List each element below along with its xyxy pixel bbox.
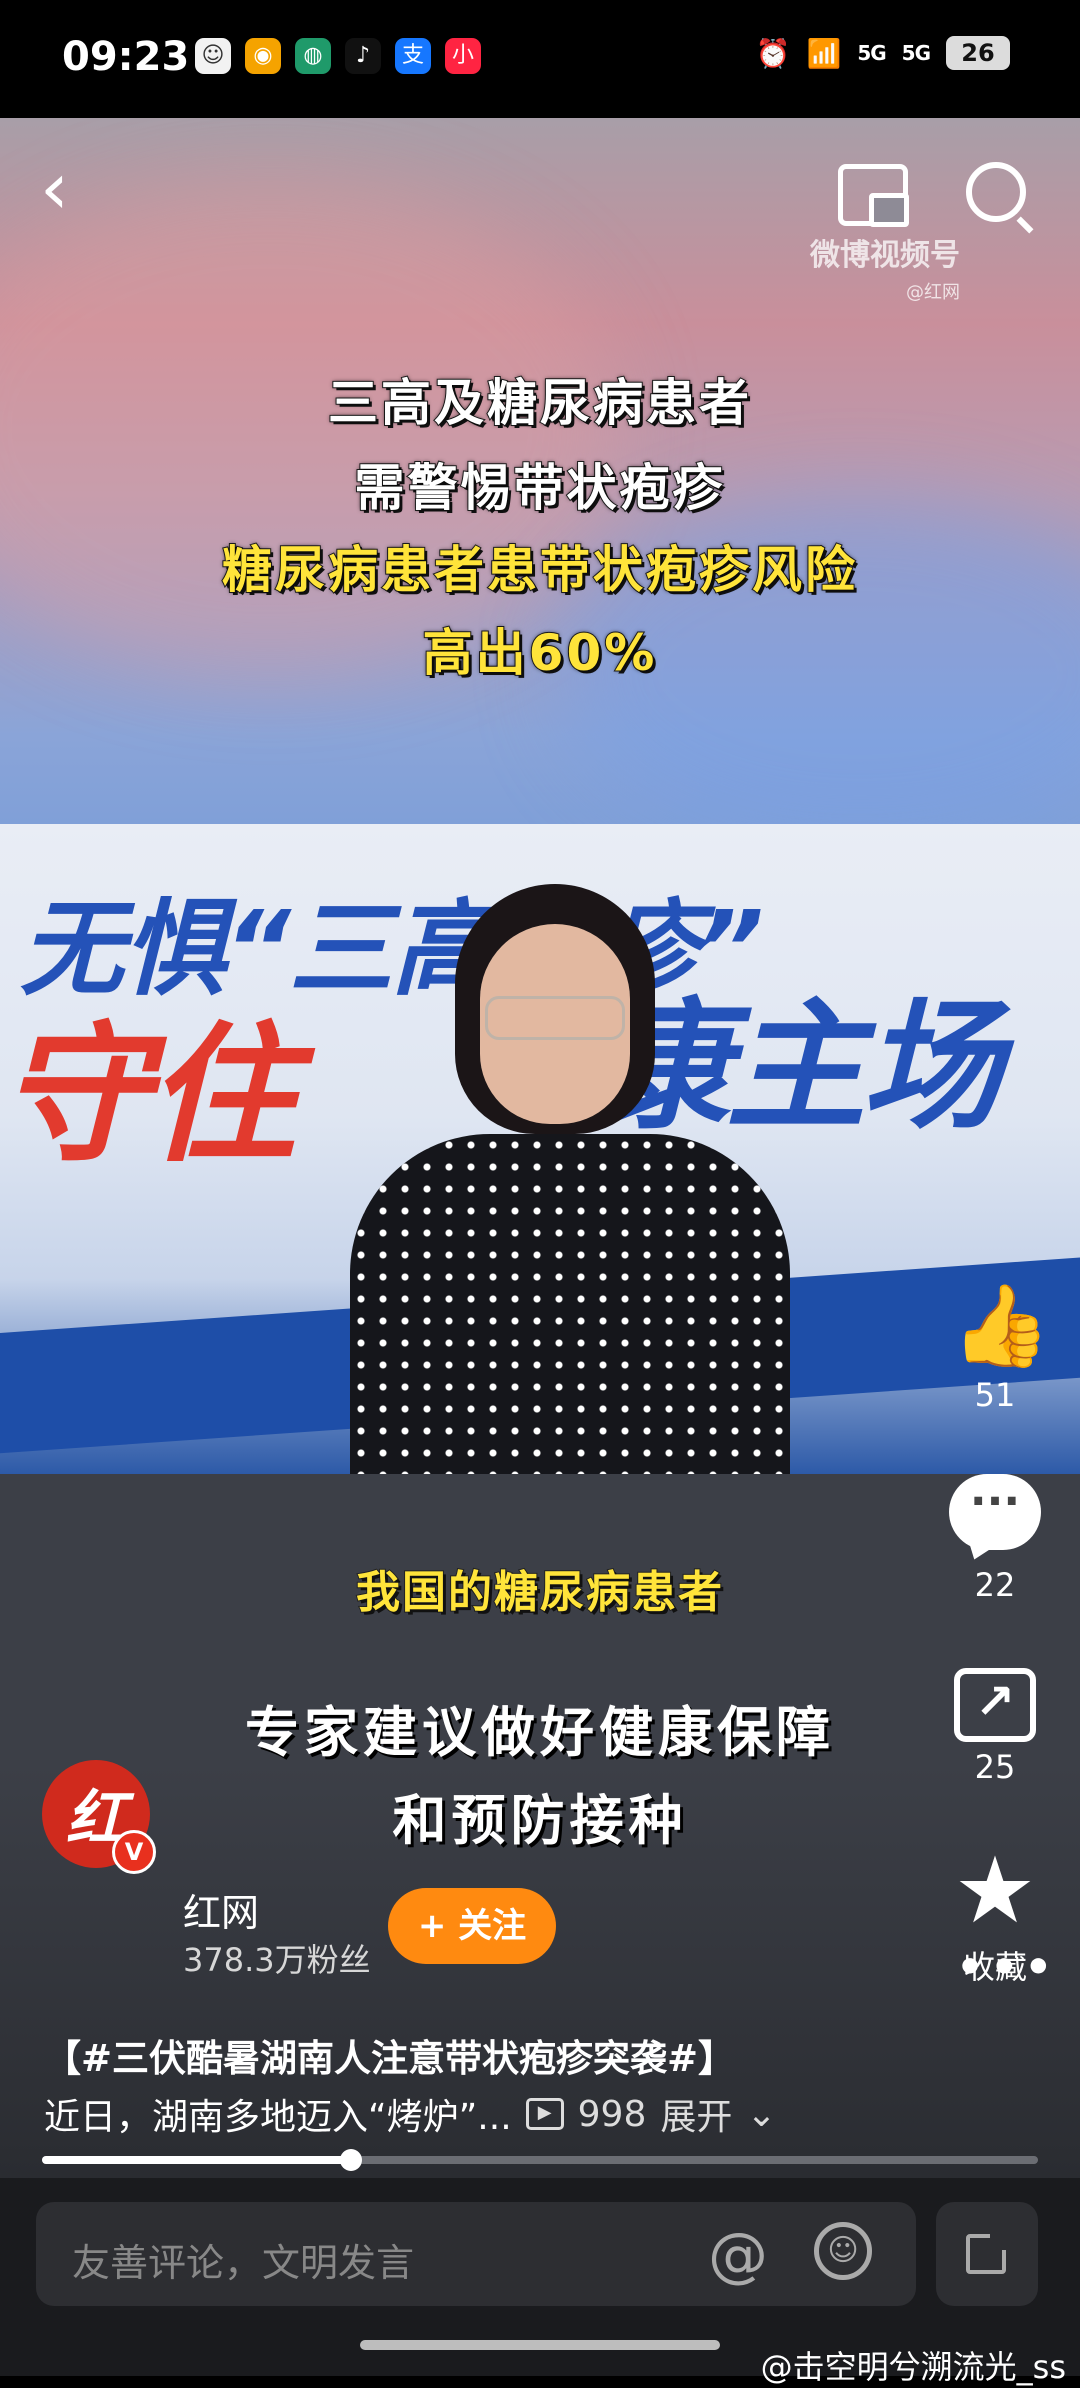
play-count-icon: ▶ [525,2098,564,2130]
more-options-icon[interactable]: ••• [956,1942,1058,1993]
photo-app-icon: ☺ [195,38,231,74]
progress-knob[interactable] [339,2149,362,2171]
comment-count: 22 [974,1566,1016,1604]
emoji-icon[interactable]: ☺ [814,2222,872,2280]
chevron-down-icon: ⌄ [746,2093,777,2135]
expand-link[interactable]: 展开 [660,2088,732,2140]
caption-line-4: 高出60% [422,623,658,683]
share-icon: ↗ [954,1668,1036,1742]
watermark-main: 微博视频号 [810,238,960,273]
fullscreen-comment-button[interactable] [936,2202,1038,2306]
video-progress-bar[interactable] [42,2149,1038,2171]
signal-5g-icon: 5G [857,41,886,65]
star-icon: ★ [953,1837,1037,1944]
xiaohongshu-icon: 小 [445,38,481,74]
tiktok-icon: ♪ [345,38,381,74]
search-button[interactable] [966,162,1026,222]
signal-5g-icon-2: 5G [901,41,931,65]
comment-button[interactable]: ··· 22 [940,1474,1050,1604]
mention-icon[interactable]: @ [708,2220,768,2290]
author-avatar[interactable]: 红 V [42,1760,156,1874]
battery-icon: 26 [946,36,1010,70]
play-count: 998 [577,2093,647,2135]
like-count: 51 [974,1376,1016,1414]
chevron-left-icon: ‹ [40,146,69,230]
post-description-row[interactable]: 近日，湖南多地迈入“烤炉”... ▶ 998 展开 ⌄ [44,2088,777,2140]
fan-count: 378.3万粉丝 [183,1941,371,1979]
post-description: 近日，湖南多地迈入“烤炉”... [44,2097,512,2138]
wifi-icon: 📶 [806,36,842,70]
share-count: 25 [974,1748,1016,1786]
status-bar: 09:23 ☺ ◉ ◍ ♪ 支小 ⏰ 📶 5G 5G 26 [0,0,1080,118]
backdrop-text-2: 守住 [0,1009,296,1183]
credit-watermark: @击空明兮溯流光_ss [760,2348,1066,2386]
agri-bank-icon: ◍ [295,38,331,74]
watermark-sub: @红网 [906,282,960,303]
back-button[interactable]: ‹ [40,152,100,228]
comment-placeholder: 友善评论，文明发言 [72,2241,415,2285]
home-indicator[interactable] [360,2340,720,2350]
picture-in-picture-button[interactable] [838,164,909,227]
alipay-icon: 支 [395,38,431,74]
subtitle-yellow: 我国的糖尿病患者 [355,1566,724,1619]
weibo-icon: ◉ [245,38,281,74]
status-time: 09:23 [62,34,190,80]
video-scene: 无惧“三高一疹” 守住 康主场 [0,824,1080,1474]
alarm-icon: ⏰ [755,36,791,70]
watermark: 微博视频号 @红网 [810,230,960,304]
share-button[interactable]: ↗ 25 [940,1668,1050,1786]
thumbs-up-icon: 👍 [951,1279,1051,1372]
caption-line-3: 糖尿病患者患带状疱疹风险 [221,540,858,600]
bottom-bar: 友善评论，文明发言 @ ☺ @击空明兮溯流光_ss [0,2178,1080,2386]
video-player[interactable]: ‹ 微博视频号 @红网 三高及糖尿病患者 需警惕带状疱疹 糖尿病患者患带状疱疹风… [0,118,1080,2178]
subtitle-white-2: 和预防接种 [392,1789,688,1852]
expand-icon [966,2234,1006,2274]
presenter-glasses [485,996,625,1040]
verified-badge-icon: V [112,1830,156,1874]
caption-line-1: 三高及糖尿病患者 [327,373,752,433]
caption-line-2: 需警惕带状疱疹 [354,458,726,518]
like-button[interactable]: 👍 51 [940,1279,1051,1415]
progress-fill [42,2156,351,2164]
comment-input[interactable]: 友善评论，文明发言 @ ☺ [36,2202,916,2306]
post-title[interactable]: 【#三伏酷暑湖南人注意带状疱疹突袭#】 [44,2028,735,2082]
comment-bubble-icon: ··· [949,1474,1041,1550]
subtitle-white-1: 专家建议做好健康保障 [245,1701,835,1764]
follow-button[interactable]: + 关注 [388,1888,556,1964]
presenter-body [350,1134,790,1474]
presenter [340,884,800,1474]
status-indicators: ⏰ 📶 5G 5G 26 [756,36,1010,70]
notification-icons: ☺ ◉ ◍ ♪ 支小 [195,38,481,74]
author-name[interactable]: 红网 [183,1882,259,1937]
